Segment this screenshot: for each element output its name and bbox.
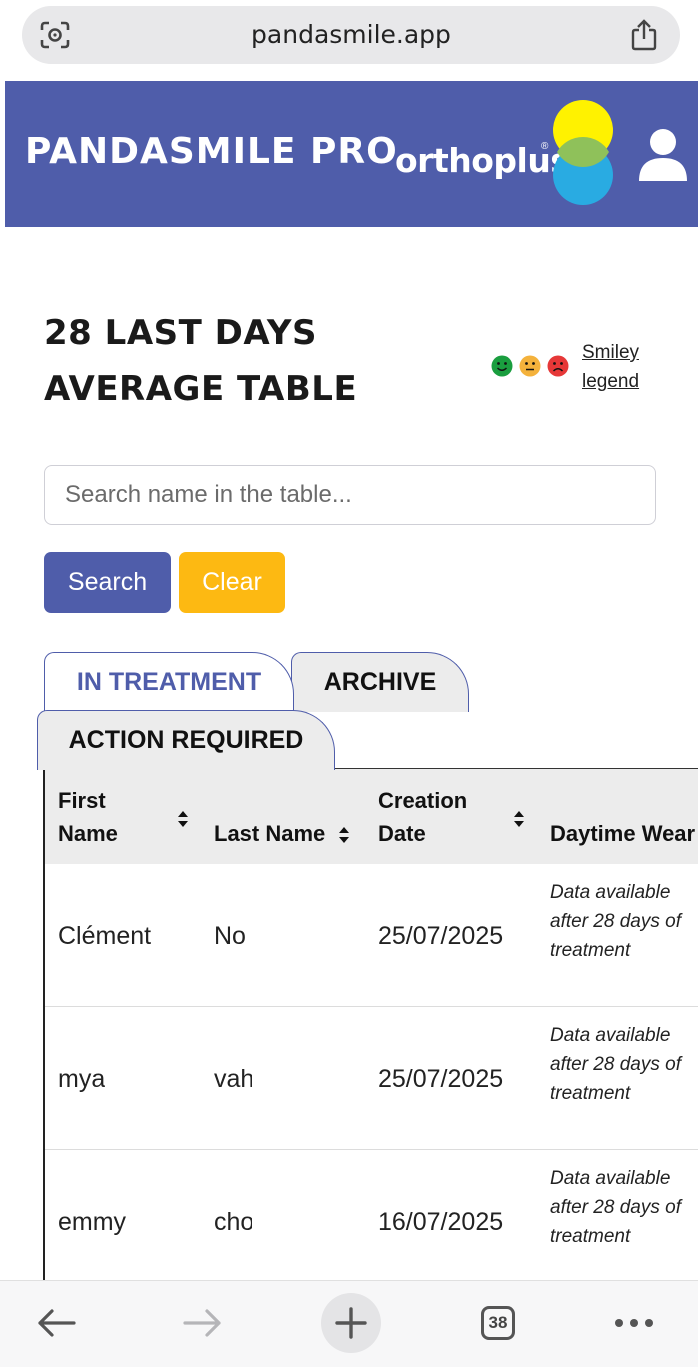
header-second-line: Name	[58, 821, 118, 846]
sort-icon[interactable]	[513, 809, 525, 829]
plus-icon	[335, 1307, 367, 1339]
tab-archive[interactable]: ARCHIVE	[291, 652, 469, 712]
title-line-2: AVERAGE TABLE	[44, 369, 358, 409]
cell-last-name: vah	[214, 1065, 252, 1093]
table-row[interactable]: mya vah 25/07/2025 Data available after …	[45, 1007, 698, 1150]
cell-last-name: No	[214, 922, 246, 950]
cell-creation-date: 16/07/2025	[378, 1208, 504, 1236]
page-title: 28 LAST DAYS AVERAGE TABLE	[44, 305, 374, 417]
browser-toolbar: 38	[0, 1280, 698, 1367]
table-header: First Name Last Name Creation Date Dayti…	[45, 769, 698, 864]
table-row[interactable]: Clément No 25/07/2025 Data available aft…	[45, 864, 698, 1007]
cell-creation-date: 25/07/2025	[378, 1065, 504, 1093]
app-header: PANDASMILE PRO orthoplus ®	[5, 81, 698, 227]
table-row[interactable]: emmy cho 16/07/2025 Data available after…	[45, 1150, 698, 1281]
arrow-left-icon	[38, 1309, 76, 1337]
orthoplus-logo-icon	[553, 100, 613, 205]
tab-action-required[interactable]: ACTION REQUIRED	[37, 710, 335, 770]
back-button[interactable]	[28, 1295, 84, 1351]
title-line-1: 28 LAST DAYS	[44, 313, 318, 353]
share-icon[interactable]	[630, 19, 658, 51]
smiley-legend-link[interactable]: Smiley legend	[582, 338, 672, 396]
header-first-line: Creation	[378, 788, 468, 813]
url-bar[interactable]: pandasmile.app	[22, 6, 680, 64]
header-first-line: First	[58, 788, 106, 813]
brand-name[interactable]: PANDASMILE PRO	[25, 131, 398, 172]
cell-daytime-wear: Data available after 28 days of treatmen…	[550, 1168, 681, 1247]
tab-count-badge: 38	[481, 1306, 515, 1340]
header-second-line: Date	[378, 821, 426, 846]
more-dots-icon	[615, 1319, 653, 1327]
neutral-smiley-icon	[519, 355, 541, 377]
search-button[interactable]: Search	[44, 552, 171, 613]
arrow-right-icon	[183, 1309, 221, 1337]
cell-daytime-wear: Data available after 28 days of treatmen…	[550, 1025, 681, 1104]
cell-daytime-wear: Data available after 28 days of treatmen…	[550, 882, 681, 961]
sort-icon[interactable]	[338, 825, 350, 845]
tab-in-treatment[interactable]: IN TREATMENT	[44, 652, 294, 712]
cell-last-name: cho	[214, 1208, 252, 1236]
search-input[interactable]	[44, 465, 656, 525]
cell-creation-date: 25/07/2025	[378, 922, 504, 950]
clear-button[interactable]: Clear	[179, 552, 285, 613]
happy-smiley-icon	[491, 355, 513, 377]
more-options-button[interactable]	[606, 1295, 662, 1351]
registered-mark: ®	[541, 141, 549, 152]
cell-first-name: Clément	[58, 922, 152, 950]
cell-first-name: emmy	[58, 1208, 127, 1236]
user-account-icon[interactable]	[637, 127, 689, 181]
tabs-button[interactable]: 38	[470, 1295, 526, 1351]
column-header-daytime-wear[interactable]: Daytime Wear	[550, 817, 695, 850]
cell-first-name: mya	[58, 1065, 106, 1093]
legend-line-2[interactable]: legend	[582, 367, 672, 396]
patients-table[interactable]: First Name Last Name Creation Date Dayti…	[43, 768, 698, 1281]
sort-icon[interactable]	[177, 809, 189, 829]
column-header-first-name[interactable]: First Name	[58, 784, 118, 850]
forward-button[interactable]	[175, 1295, 231, 1351]
sad-smiley-icon	[547, 355, 569, 377]
column-header-creation-date[interactable]: Creation Date	[378, 784, 467, 850]
column-header-last-name[interactable]: Last Name	[214, 817, 325, 850]
legend-line-1[interactable]: Smiley	[582, 338, 672, 367]
url-text[interactable]: pandasmile.app	[22, 20, 680, 49]
smiley-group	[491, 355, 575, 379]
new-tab-button[interactable]	[321, 1293, 381, 1353]
